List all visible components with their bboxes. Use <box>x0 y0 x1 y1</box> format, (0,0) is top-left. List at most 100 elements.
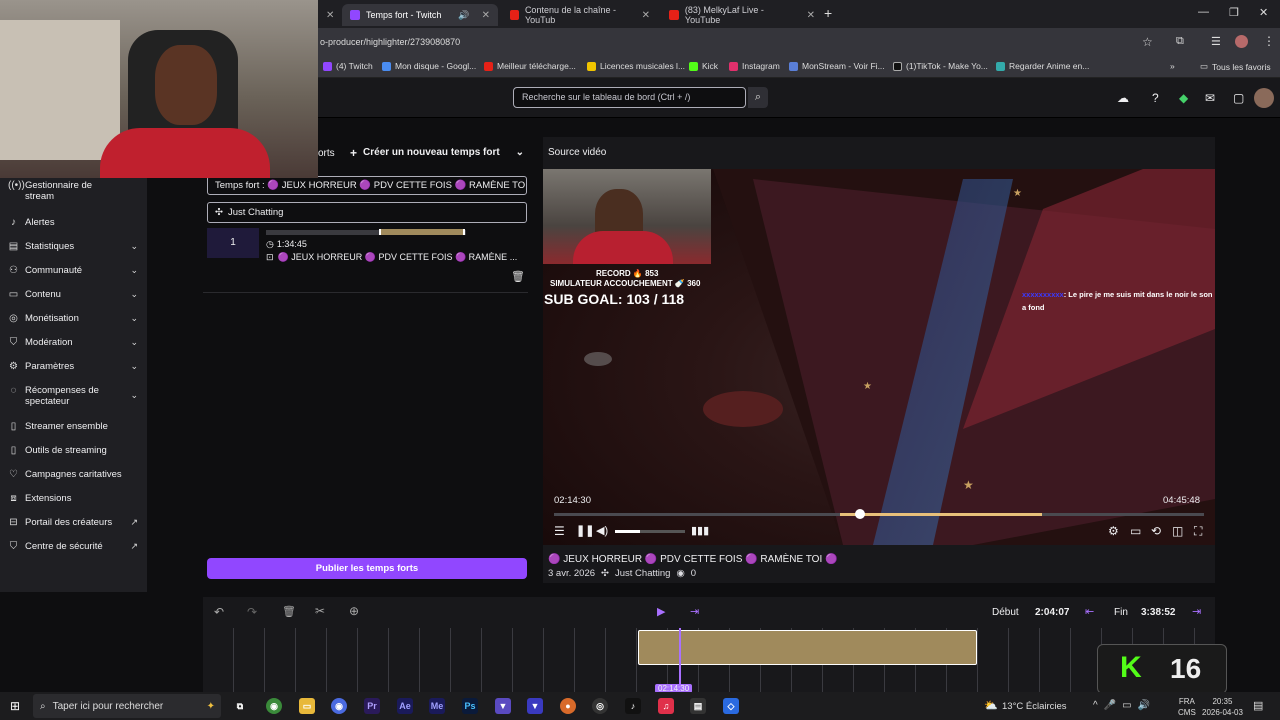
url-field[interactable]: o-producer/highlighter/2739080870 <box>320 37 460 47</box>
chapters-icon[interactable]: ☰ <box>554 524 565 538</box>
bookmark-monstream[interactable]: MonStream - Voir Fi... <box>789 61 885 71</box>
media-encoder-icon[interactable]: Me <box>429 698 445 714</box>
sidebar-item-community[interactable]: ⚇ Communauté ⌄ <box>8 265 138 276</box>
chrome-profile-icon[interactable]: ◉ <box>331 698 347 714</box>
extensions-icon[interactable]: ⧉ <box>1176 35 1184 48</box>
add-marker-icon[interactable]: ⊕ <box>349 604 359 618</box>
window-close-icon[interactable]: ✕ <box>1259 6 1268 19</box>
undo-icon[interactable]: ↶ <box>214 605 224 619</box>
bookmark-anime[interactable]: Regarder Anime en... <box>996 61 1089 71</box>
inbox-icon[interactable]: ✉ <box>1205 91 1215 105</box>
bookmark-licences[interactable]: Licences musicales l... <box>587 61 685 71</box>
profile-avatar[interactable] <box>1235 35 1248 48</box>
app-icon-2[interactable]: ▤ <box>690 698 706 714</box>
sidebar-item-together[interactable]: ▯ Streamer ensemble <box>8 421 138 432</box>
breadcrumb[interactable]: orts <box>318 148 335 159</box>
highlight-item[interactable]: 1 ◷ 1:34:45 ⊡ 🟣 JEUX HORREUR 🟣 PDV CETTE F… <box>207 228 527 264</box>
gem-icon[interactable]: ◆ <box>1179 91 1188 105</box>
after-effects-icon[interactable]: Ae <box>397 698 413 714</box>
sidebar-item-stats[interactable]: ▤ Statistiques ⌄ <box>8 241 138 252</box>
sidebar-item-stream-manager[interactable]: ((•)) Gestionnaire de stream <box>8 180 138 202</box>
all-favorites[interactable]: ▭ Tous les favoris <box>1200 61 1271 72</box>
chat-icon[interactable]: ▢ <box>1233 91 1244 105</box>
sidebar-item-settings[interactable]: ⚙ Paramètres ⌄ <box>8 361 138 372</box>
help-icon[interactable]: ? <box>1152 91 1159 105</box>
tiktok-icon[interactable]: ♪ <box>625 698 641 714</box>
miniplayer-icon[interactable]: ◫ <box>1172 524 1183 538</box>
bookmark-drive[interactable]: Mon disque - Googl... <box>382 61 476 71</box>
cloud-icon[interactable]: ☁ <box>1117 91 1129 105</box>
volume-icon[interactable]: ◀) <box>596 524 608 537</box>
pause-icon[interactable]: ❚❚ <box>576 524 594 537</box>
sidebar-item-creator-portal[interactable]: ⊟ Portail des créateurs ↗ <box>8 517 138 528</box>
start-value[interactable]: 2:04:07 <box>1035 607 1069 618</box>
tab-close-prev[interactable]: ✕ <box>322 4 338 26</box>
bookmark-downloader[interactable]: Meilleur télécharge... <box>484 61 576 71</box>
tray-icons[interactable]: ^🎤▭🔊 <box>1093 700 1156 711</box>
sidebar-item-moderation[interactable]: ⛉ Modération ⌄ <box>8 337 138 348</box>
redo-icon[interactable]: ↷ <box>247 605 257 619</box>
fullscreen-icon[interactable]: ⛶ <box>1194 524 1202 539</box>
maximize-icon[interactable]: ❐ <box>1229 6 1239 19</box>
set-end-icon[interactable]: ⇥ <box>1192 605 1201 618</box>
minimize-icon[interactable]: — <box>1198 6 1209 18</box>
photoshop-icon[interactable]: Ps <box>462 698 478 714</box>
tab-youtube-content[interactable]: Contenu de la chaîne - YouTub ✕ <box>502 4 658 26</box>
explorer-icon[interactable]: ▭ <box>299 698 315 714</box>
close-icon[interactable]: ✕ <box>482 10 490 21</box>
scissors-icon[interactable]: ✂ <box>315 604 325 618</box>
sidebar-item-tools[interactable]: ▯ Outils de streaming <box>8 445 138 456</box>
volume-slider[interactable] <box>615 530 685 533</box>
bookmarks-more[interactable]: » <box>1170 61 1175 71</box>
trash-icon[interactable]: 🗑 <box>511 270 525 283</box>
close-icon[interactable]: ✕ <box>642 10 650 21</box>
seek-handle[interactable] <box>854 509 865 519</box>
sidebar-item-alerts[interactable]: ♪ Alertes <box>8 217 138 228</box>
seek-bar[interactable] <box>554 509 1204 519</box>
shield-app-icon[interactable]: ▼ <box>495 698 511 714</box>
category-field[interactable]: ✣ Just Chatting <box>207 202 527 223</box>
star-icon[interactable]: ☆ <box>1142 35 1153 49</box>
new-tab-button[interactable]: + <box>824 5 832 21</box>
dashboard-search-input[interactable]: Recherche sur le tableau de bord (Ctrl +… <box>513 87 746 108</box>
taskbar-search[interactable]: ⌕ Taper ici pour rechercher ✦ <box>33 694 221 718</box>
user-avatar[interactable] <box>1254 88 1274 108</box>
music-icon[interactable]: ♫ <box>658 698 674 714</box>
bookmark-twitch[interactable]: (4) Twitch <box>323 61 373 71</box>
publish-highlights-button[interactable]: Publier les temps forts <box>207 558 527 579</box>
clock[interactable]: 20:35 2026-04-03 <box>1202 696 1243 718</box>
windows-start-icon[interactable]: ⊞ <box>10 699 20 713</box>
obs-icon[interactable]: ◎ <box>592 698 608 714</box>
sidebar-item-security[interactable]: ⛉ Centre de sécurité ↗ <box>8 541 138 552</box>
tab-youtube-live[interactable]: (83) MelkyLaf Live - YouTube ✕ <box>661 4 823 26</box>
vpn-icon[interactable]: ▼ <box>527 698 543 714</box>
create-highlight-button[interactable]: + Créer un nouveau temps fort ⌄ <box>344 142 530 163</box>
timeline-playhead[interactable] <box>679 628 681 692</box>
sidebar-item-monetization[interactable]: ◎ Monétisation ⌄ <box>8 313 138 324</box>
waveform-icon[interactable]: ▮▮▮ <box>691 524 709 537</box>
sidebar-item-charity[interactable]: ♡ Campagnes caritatives <box>8 469 138 480</box>
timeline-track[interactable]: 02:14:30 <box>203 628 1215 693</box>
jump-to-icon[interactable]: ⇥ <box>690 605 699 618</box>
browser-menu-icon[interactable]: ⋮ <box>1263 34 1275 48</box>
loop-icon[interactable]: ⟲ <box>1151 524 1161 538</box>
weather-text[interactable]: 13°C Éclaircies <box>1002 701 1067 712</box>
app-icon-3[interactable]: ◇ <box>723 698 739 714</box>
bookmark-tiktok[interactable]: (1)TikTok - Make Yo... <box>893 61 988 71</box>
close-icon[interactable]: ✕ <box>807 10 815 21</box>
bookmark-instagram[interactable]: Instagram <box>729 61 780 71</box>
task-view-icon[interactable]: ⧉ <box>232 698 248 714</box>
end-value[interactable]: 3:38:52 <box>1141 607 1175 618</box>
highlight-title-field[interactable]: Temps fort : 🟣 JEUX HORREUR 🟣 PDV CETTE … <box>207 176 527 195</box>
sidebar-item-extensions[interactable]: ⧈ Extensions <box>8 493 138 504</box>
delete-icon[interactable]: 🗑 <box>282 605 296 618</box>
notifications-icon[interactable]: ▤ <box>1253 699 1263 712</box>
settings-icon[interactable]: ⚙ <box>1108 524 1119 538</box>
menu-list-icon[interactable]: ☰ <box>1211 35 1221 48</box>
bookmark-kick[interactable]: Kick <box>689 61 718 71</box>
sidebar-item-content[interactable]: ▭ Contenu ⌄ <box>8 289 138 300</box>
theater-icon[interactable]: ▭ <box>1130 524 1141 538</box>
timeline-selection[interactable] <box>638 630 978 665</box>
language-indicator[interactable]: FRA CMS <box>1178 696 1196 718</box>
chrome-icon[interactable]: ◉ <box>266 698 282 714</box>
